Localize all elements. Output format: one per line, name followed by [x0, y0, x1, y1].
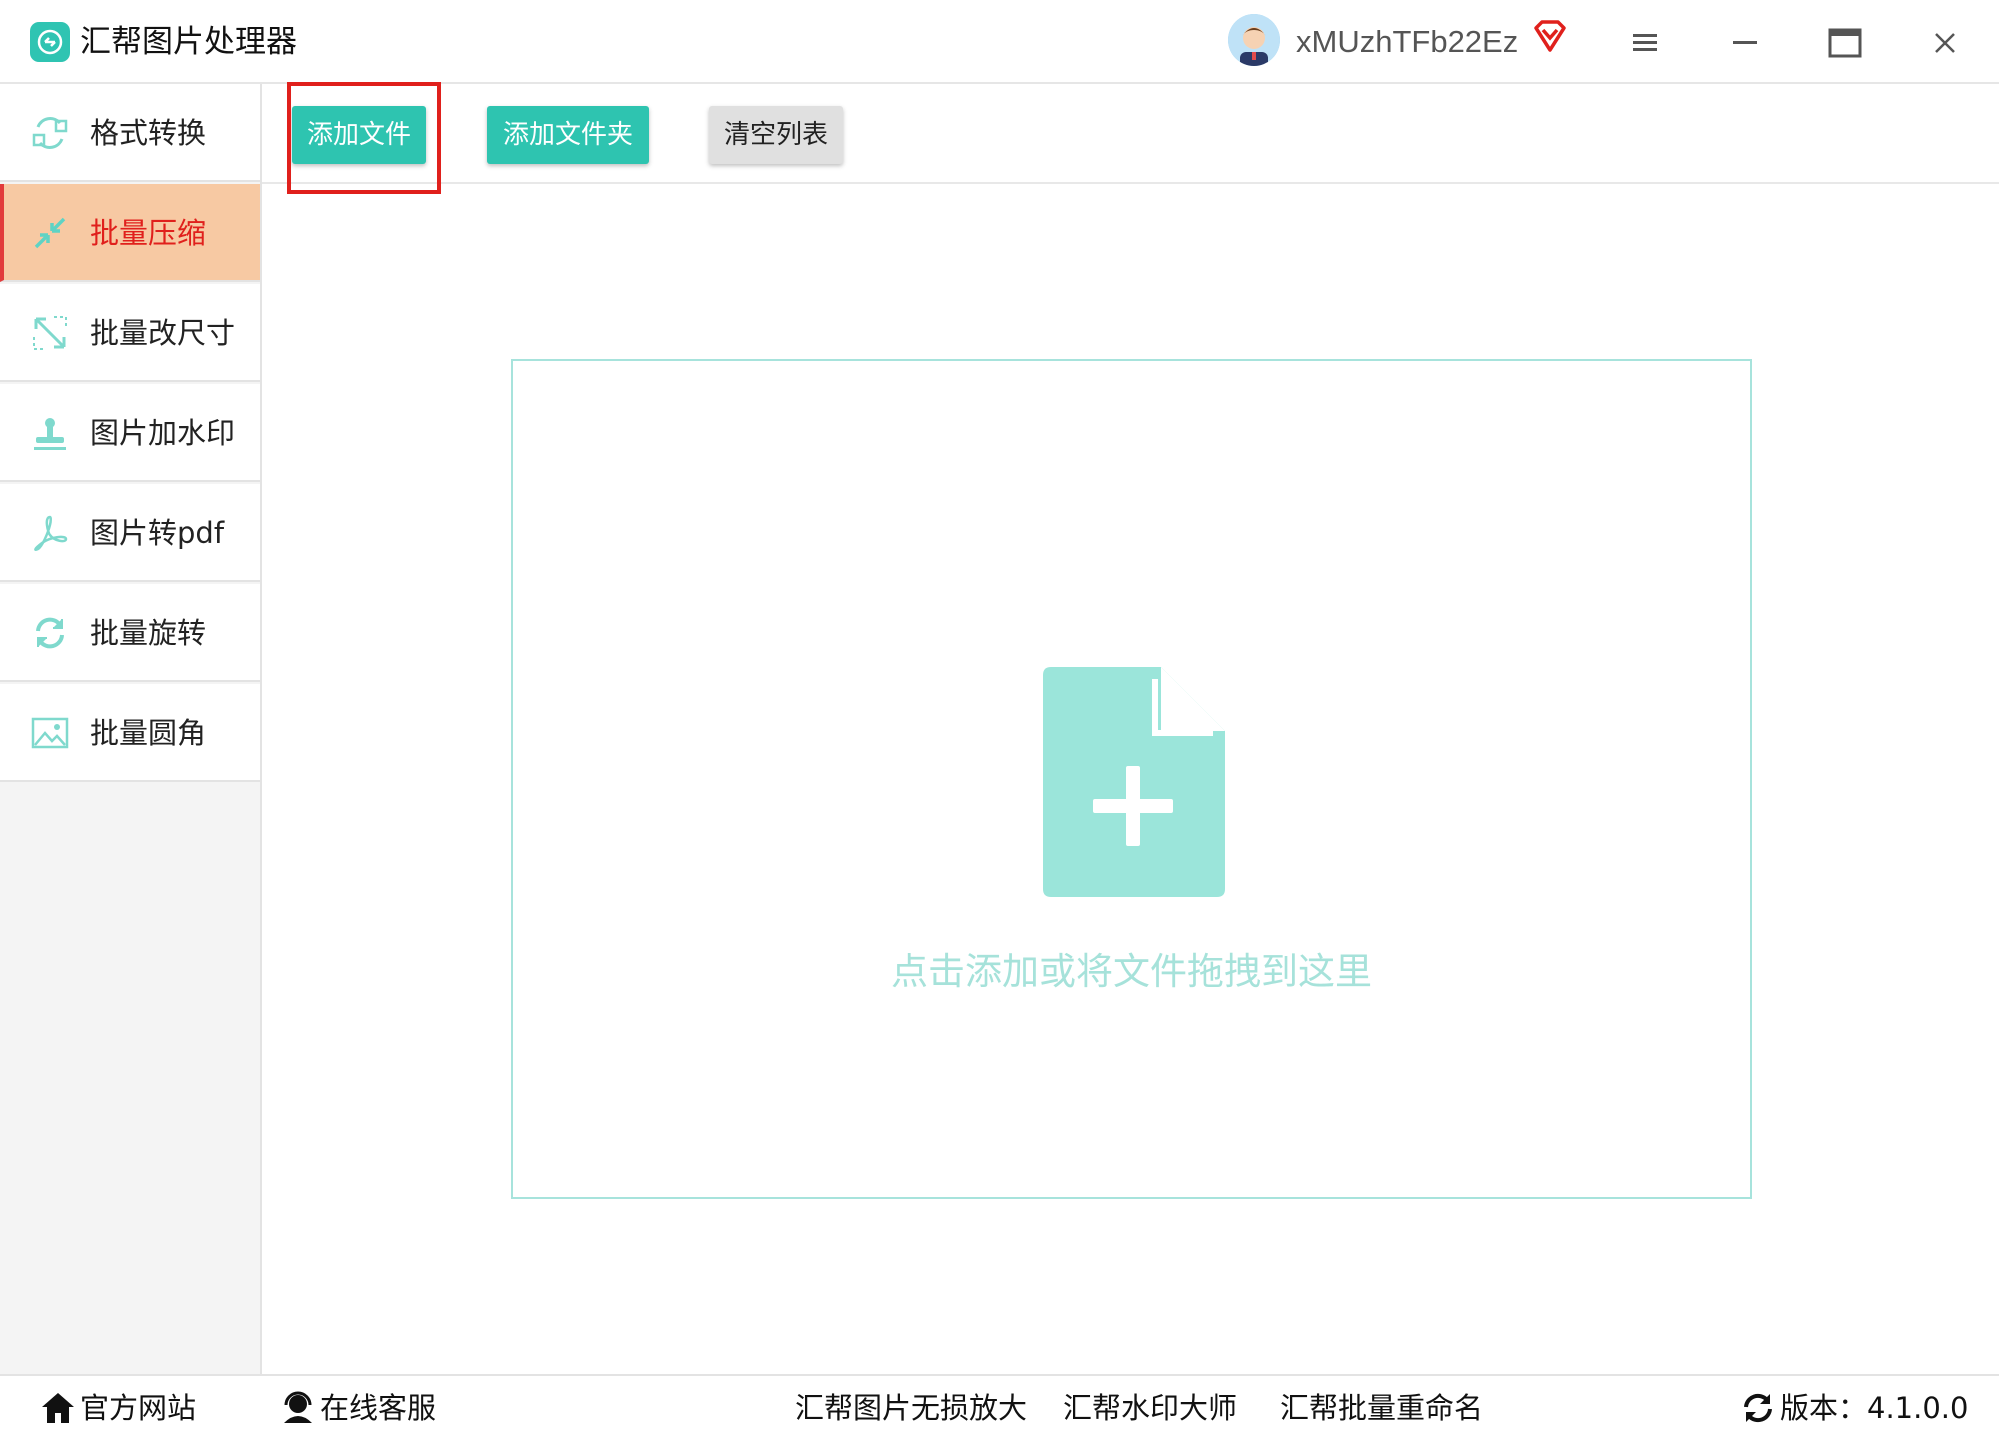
sidebar-item-label: 批量改尺寸 [90, 316, 236, 350]
vip-diamond-icon[interactable] [1532, 18, 1568, 54]
refresh-icon [1744, 1393, 1772, 1423]
sidebar-item-rotate[interactable]: 批量旋转 [0, 584, 260, 682]
username[interactable]: xMUzhTFb22Ez [1296, 20, 1518, 64]
add-file-icon [1043, 667, 1225, 897]
minimize-icon[interactable] [1720, 18, 1770, 68]
footer-link-watermark-master[interactable]: 汇帮水印大师 [1063, 1386, 1237, 1430]
sidebar-item-format-convert[interactable]: 格式转换 [0, 84, 260, 182]
footer-link-upscale[interactable]: 汇帮图片无损放大 [795, 1386, 1027, 1430]
add-folder-button[interactable]: 添加文件夹 [487, 106, 649, 164]
pdf-icon [30, 513, 70, 553]
highlight-annotation-box [287, 82, 441, 194]
official-website-link[interactable]: 官方网站 [40, 1386, 196, 1430]
sidebar-item-label: 批量旋转 [90, 616, 207, 650]
maximize-icon[interactable] [1820, 18, 1870, 68]
menu-icon[interactable] [1620, 18, 1670, 68]
app-title: 汇帮图片处理器 [80, 24, 297, 60]
app-logo-icon [30, 22, 70, 62]
footer-link-batch-rename[interactable]: 汇帮批量重命名 [1280, 1386, 1483, 1430]
online-support-label: 在线客服 [320, 1391, 437, 1425]
sidebar-item-resize[interactable]: 批量改尺寸 [0, 284, 260, 382]
home-icon [42, 1393, 74, 1423]
title-bar: 汇帮图片处理器 xMUzhTFb22Ez [0, 0, 1999, 84]
sidebar-item-watermark[interactable]: 图片加水印 [0, 384, 260, 482]
resize-icon [30, 313, 70, 353]
sidebar-item-label: 格式转换 [90, 116, 207, 150]
close-icon[interactable] [1920, 18, 1970, 68]
user-avatar[interactable] [1228, 14, 1280, 66]
rotate-icon [30, 613, 70, 653]
clear-list-button[interactable]: 清空列表 [709, 106, 843, 164]
compress-icon [30, 213, 70, 253]
online-support-link[interactable]: 在线客服 [280, 1386, 436, 1430]
watermark-icon [30, 413, 70, 453]
drop-zone-hint: 点击添加或将文件拖拽到这里 [891, 950, 1372, 993]
sidebar-item-label: 批量圆角 [90, 716, 207, 750]
sidebar-item-label: 图片加水印 [90, 416, 236, 450]
sidebar-item-to-pdf[interactable]: 图片转pdf [0, 484, 260, 582]
official-website-label: 官方网站 [80, 1391, 197, 1425]
format-convert-icon [30, 113, 70, 153]
sidebar-item-compress[interactable]: 批量压缩 [0, 184, 260, 282]
version-info[interactable]: 版本：4.1.0.0 [1740, 1386, 1968, 1430]
file-drop-zone[interactable]: 点击添加或将文件拖拽到这里 [511, 359, 1752, 1199]
sidebar-item-label: 批量压缩 [90, 216, 207, 250]
sidebar: 格式转换 批量压缩 批量改尺寸 图片加水印 图片转pdf 批量旋转 批量圆角 [0, 84, 262, 1374]
toolbar: 添加文件 添加文件夹 清空列表 [262, 84, 1999, 184]
bottom-bar: 官方网站 在线客服 汇帮图片无损放大 汇帮水印大师 汇帮批量重命名 版本：4.1… [0, 1374, 1999, 1439]
version-label: 版本：4.1.0.0 [1780, 1391, 1969, 1425]
round-corner-icon [30, 713, 70, 753]
sidebar-item-round-corner[interactable]: 批量圆角 [0, 684, 260, 782]
sidebar-item-label: 图片转pdf [90, 516, 225, 550]
support-headset-icon [284, 1391, 312, 1423]
